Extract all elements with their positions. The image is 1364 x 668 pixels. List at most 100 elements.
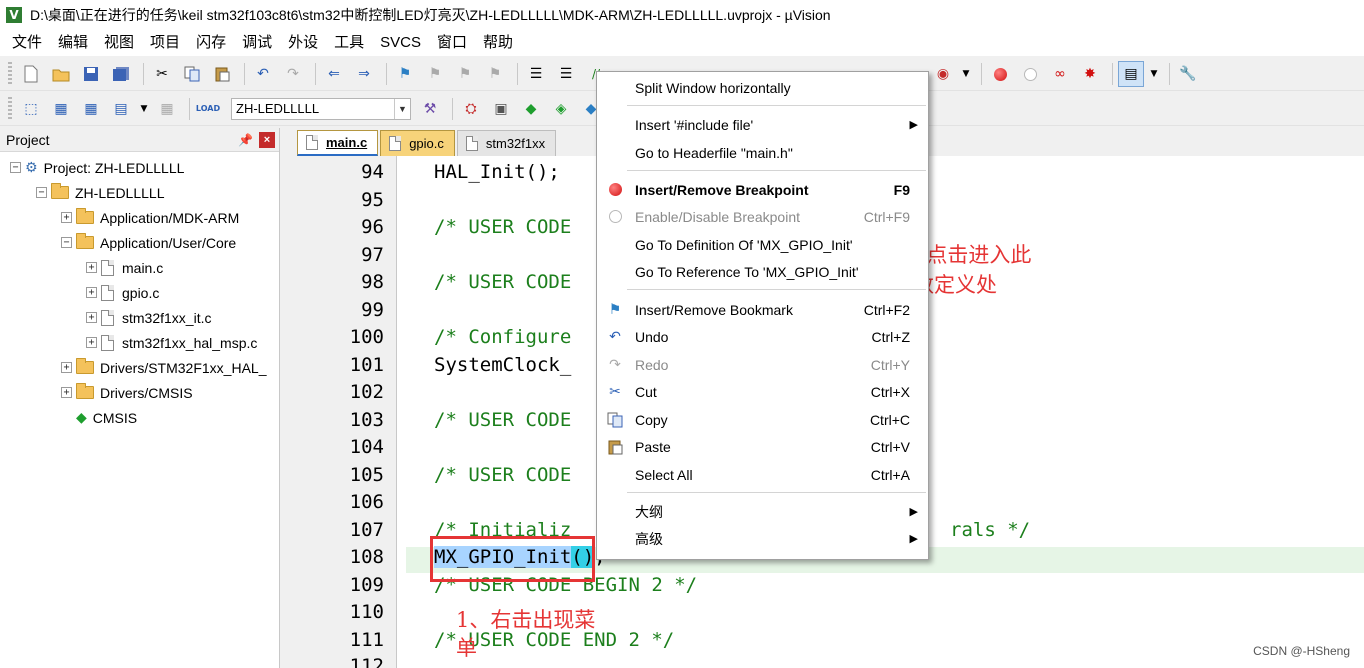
menu-window[interactable]: 窗口 [429, 30, 475, 56]
expand-icon[interactable]: + [86, 262, 97, 273]
menu-peripherals[interactable]: 外设 [280, 30, 326, 56]
menu-item-paste[interactable]: Paste Ctrl+V [597, 433, 928, 460]
translate-icon[interactable]: ⬚ [18, 96, 44, 122]
tree-item-file[interactable]: + main.c [86, 255, 163, 280]
next-bookmark-icon[interactable]: ⚑ [452, 61, 478, 87]
menu-item-select-all[interactable]: Select All Ctrl+A [597, 461, 928, 488]
menu-item-insert-breakpoint[interactable]: Insert/Remove Breakpoint F9 [597, 176, 928, 203]
menu-flash[interactable]: 闪存 [188, 30, 234, 56]
code-line[interactable]: /* USER CODE [434, 409, 571, 431]
menu-item-split-window[interactable]: Split Window horizontally [597, 74, 928, 101]
expand-icon[interactable]: + [61, 387, 72, 398]
menu-project[interactable]: 项目 [142, 30, 188, 56]
tree-item-group[interactable]: − Application/User/Core [61, 230, 236, 255]
menu-view[interactable]: 视图 [96, 30, 142, 56]
target-select[interactable]: ZH-LEDLLLLL ▼ [231, 97, 411, 120]
cut-icon[interactable]: ✂ [149, 61, 175, 87]
menu-item-redo[interactable]: ↷ Redo Ctrl+Y [597, 351, 928, 378]
insert-breakpoint-icon[interactable] [987, 61, 1013, 87]
code-line-tail[interactable]: rals */ [950, 519, 1030, 541]
paste-icon[interactable] [209, 61, 235, 87]
tree-item-target[interactable]: − ZH-LEDLLLLL [36, 180, 165, 205]
close-icon[interactable]: × [259, 131, 275, 148]
copy-icon[interactable] [179, 61, 205, 87]
tree-item-file[interactable]: + gpio.c [86, 280, 159, 305]
disable-all-breakpoints-icon[interactable]: ∞ [1047, 61, 1073, 87]
menu-item-undo[interactable]: ↶ Undo Ctrl+Z [597, 323, 928, 350]
save-icon[interactable] [78, 61, 104, 87]
tab-main-c[interactable]: main.c [297, 130, 379, 156]
menu-item-bookmark[interactable]: ⚑ Insert/Remove Bookmark Ctrl+F2 [597, 296, 928, 323]
expand-icon[interactable]: + [86, 337, 97, 348]
undo-icon[interactable]: ↶ [250, 61, 276, 87]
tree-item-group[interactable]: + Drivers/STM32F1xx_HAL_ [61, 355, 267, 380]
menu-help[interactable]: 帮助 [475, 30, 521, 56]
tab-stm32f1xx[interactable]: stm32f1xx [456, 130, 557, 156]
indent-icon[interactable]: ☰ [523, 61, 549, 87]
build-icon[interactable]: ▦ [48, 96, 74, 122]
collapse-icon[interactable]: − [10, 162, 21, 173]
tree-item-project[interactable]: − ⚙ Project: ZH-LEDLLLLL [10, 155, 184, 180]
menu-item-goto-reference[interactable]: Go To Reference To 'MX_GPIO_Init' [597, 258, 928, 285]
redo-icon[interactable]: ↷ [280, 61, 306, 87]
manage-components-icon[interactable]: ▣ [488, 96, 514, 122]
disable-breakpoint-icon[interactable] [1017, 61, 1043, 87]
batch-build-icon[interactable]: ▤ [108, 96, 134, 122]
window-layout-icon[interactable]: ▤ [1118, 61, 1144, 87]
target-options-icon[interactable]: ⚒ [417, 96, 443, 122]
dropdown-arrow-icon[interactable]: ▼ [960, 61, 972, 87]
expand-icon[interactable]: + [86, 287, 97, 298]
menu-item-advanced[interactable]: 高级 ▶ [597, 525, 928, 552]
code-line[interactable]: /* Configure [434, 326, 571, 348]
menu-svcs[interactable]: SVCS [372, 30, 429, 56]
tree-item-group[interactable]: + Application/MDK-ARM [61, 205, 239, 230]
menu-item-outline[interactable]: 大纲 ▶ [597, 498, 928, 525]
menu-item-insert-include[interactable]: Insert '#include file' ▶ [597, 111, 928, 138]
menu-item-goto-definition[interactable]: Go To Definition Of 'MX_GPIO_Init' [597, 231, 928, 258]
dropdown-arrow-icon[interactable]: ▼ [138, 96, 150, 122]
save-all-icon[interactable] [108, 61, 134, 87]
pack-installer-icon[interactable]: ◈ [548, 96, 574, 122]
file-extensions-icon[interactable]: ⛭ [458, 96, 484, 122]
navigate-forward-icon[interactable]: ⇒ [351, 61, 377, 87]
menu-tools[interactable]: 工具 [326, 30, 372, 56]
expand-icon[interactable]: + [61, 212, 72, 223]
code-line[interactable]: /* USER CODE [434, 271, 571, 293]
code-line[interactable]: SystemClock_ [434, 354, 571, 376]
toolbar-grip[interactable] [8, 96, 12, 121]
tree-item-cmsis[interactable]: ◆ CMSIS [61, 405, 137, 430]
code-line[interactable]: /* USER CODE [434, 464, 571, 486]
pin-icon[interactable]: 📌 [238, 133, 253, 147]
tree-item-file[interactable]: + stm32f1xx_hal_msp.c [86, 330, 257, 355]
collapse-icon[interactable]: − [36, 187, 47, 198]
menu-edit[interactable]: 编辑 [50, 30, 96, 56]
stop-build-icon[interactable]: ▦ [154, 96, 180, 122]
menu-item-copy[interactable]: Copy Ctrl+C [597, 406, 928, 433]
clear-bookmarks-icon[interactable]: ⚑ [482, 61, 508, 87]
kill-breakpoints-icon[interactable]: ✸ [1077, 61, 1103, 87]
toolbar-grip[interactable] [8, 61, 12, 86]
menu-item-cut[interactable]: ✂ Cut Ctrl+X [597, 378, 928, 405]
unindent-icon[interactable]: ☰ [553, 61, 579, 87]
chevron-down-icon[interactable]: ▼ [394, 98, 410, 119]
code-line[interactable]: HAL_Init(); [434, 161, 560, 183]
prev-bookmark-icon[interactable]: ⚑ [422, 61, 448, 87]
new-file-icon[interactable] [18, 61, 44, 87]
collapse-icon[interactable]: − [61, 237, 72, 248]
tree-item-file[interactable]: + stm32f1xx_it.c [86, 305, 211, 330]
tree-item-group[interactable]: + Drivers/CMSIS [61, 380, 193, 405]
open-folder-icon[interactable] [48, 61, 74, 87]
rebuild-icon[interactable]: ▦ [78, 96, 104, 122]
navigate-back-icon[interactable]: ⇐ [321, 61, 347, 87]
menu-item-enable-breakpoint[interactable]: Enable/Disable Breakpoint Ctrl+F9 [597, 203, 928, 230]
menu-debug[interactable]: 调试 [234, 30, 280, 56]
bookmark-icon[interactable]: ⚑ [392, 61, 418, 87]
download-load-icon[interactable]: LOAD [195, 96, 221, 122]
debug-session-icon[interactable]: ◉ [930, 61, 956, 87]
expand-icon[interactable]: + [61, 362, 72, 373]
expand-icon[interactable]: + [86, 312, 97, 323]
select-packs-icon[interactable]: ◆ [518, 96, 544, 122]
menu-item-goto-headerfile[interactable]: Go to Headerfile "main.h" [597, 139, 928, 166]
code-line[interactable]: /* USER CODE [434, 216, 571, 238]
dropdown-arrow-icon[interactable]: ▼ [1148, 61, 1160, 87]
